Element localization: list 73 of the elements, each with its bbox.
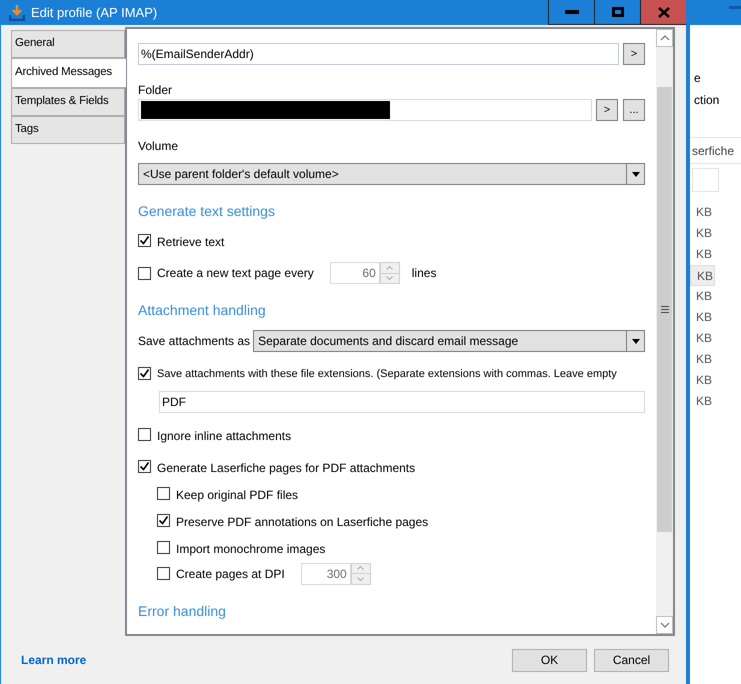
tab[interactable]: Archived Messages bbox=[11, 58, 126, 88]
checkbox[interactable] bbox=[138, 460, 151, 472]
checkbox[interactable] bbox=[138, 234, 151, 247]
maximize-icon bbox=[612, 7, 624, 17]
number-field[interactable]: 60 bbox=[330, 262, 380, 284]
toolbar-label: e bbox=[693, 70, 702, 87]
dropdown[interactable]: Separate documents and discard email message bbox=[253, 330, 645, 352]
checkbox[interactable] bbox=[157, 540, 170, 554]
checkbox-label: Save attachments with these file extensions. (Separate extensions with commas. Leave empty bbox=[157, 367, 617, 382]
dialog-button[interactable]: OK bbox=[512, 648, 587, 672]
tab[interactable]: Tags bbox=[11, 116, 125, 144]
table-cell-text: KB bbox=[695, 372, 714, 389]
table-cell: KB bbox=[690, 265, 715, 286]
minimize-button[interactable] bbox=[548, 0, 594, 25]
checkbox-label: Preserve PDF annotations on Laserfiche pages bbox=[176, 514, 428, 530]
text-field[interactable]: %(EmailSenderAddr) bbox=[138, 43, 619, 65]
section-heading: Error handling bbox=[138, 602, 227, 618]
checkbox[interactable] bbox=[138, 367, 151, 380]
tab[interactable]: General bbox=[11, 30, 125, 58]
tab[interactable]: Templates & Fields bbox=[11, 88, 125, 116]
toolbar-label: ction bbox=[693, 92, 720, 109]
window-title: Edit profile (AP IMAP) bbox=[30, 4, 158, 22]
text-field[interactable]: PDF bbox=[159, 390, 645, 412]
scroll-down-button[interactable] bbox=[656, 616, 673, 634]
grip-icon bbox=[660, 306, 668, 313]
learn-more-link[interactable]: Learn more bbox=[21, 651, 86, 669]
checkbox-label: Import monochrome images bbox=[176, 540, 326, 558]
minimize-icon bbox=[729, 6, 741, 9]
scrollbar-thumb[interactable] bbox=[657, 87, 672, 532]
browse-button[interactable]: ... bbox=[623, 99, 645, 121]
caret-down-icon bbox=[632, 172, 640, 176]
close-icon bbox=[658, 6, 670, 18]
checkbox-label: Ignore inline attachments bbox=[157, 428, 292, 444]
table-cell-text: KB bbox=[695, 204, 714, 221]
caret-down-icon bbox=[632, 338, 640, 344]
table-cell-text: KB bbox=[695, 246, 714, 263]
column-header: serfiche bbox=[690, 138, 741, 164]
checkbox-label: Generate Laserfiche pages for PDF attachments bbox=[157, 460, 416, 476]
table-cell-text: KB bbox=[695, 393, 714, 410]
checkbox-label: Keep original PDF files bbox=[176, 486, 298, 504]
checkbox-label: Create a new text page every bbox=[157, 265, 314, 282]
maximize-button[interactable] bbox=[594, 0, 640, 25]
checkbox-label: Retrieve text bbox=[157, 234, 224, 251]
browse-button[interactable]: > bbox=[623, 43, 645, 65]
table-cell-text: KB bbox=[695, 330, 714, 347]
close-button[interactable] bbox=[640, 0, 686, 25]
checkbox[interactable] bbox=[138, 266, 151, 280]
checkbox[interactable] bbox=[157, 486, 170, 500]
unit-label: lines bbox=[412, 265, 436, 282]
download-icon bbox=[9, 4, 25, 20]
checkbox-label: Create pages at DPI bbox=[176, 566, 285, 582]
section-heading: Attachment handling bbox=[138, 302, 267, 318]
number-field[interactable]: 300 bbox=[300, 562, 351, 584]
table-cell-text: KB bbox=[695, 288, 714, 305]
scroll-up-button[interactable] bbox=[656, 29, 673, 47]
checkbox[interactable] bbox=[157, 567, 170, 580]
browse-button[interactable]: > bbox=[596, 99, 618, 121]
checkbox[interactable] bbox=[157, 514, 170, 526]
text-field[interactable] bbox=[138, 99, 592, 121]
search-field[interactable] bbox=[692, 168, 719, 192]
chevron-up-icon bbox=[660, 35, 670, 41]
table-cell-text: KB bbox=[695, 225, 714, 242]
checkbox[interactable] bbox=[138, 428, 151, 440]
section-heading: Generate text settings bbox=[138, 203, 276, 219]
field-label: Volume bbox=[138, 138, 180, 155]
minimize-icon bbox=[564, 10, 578, 14]
chevron-down-icon bbox=[660, 622, 670, 628]
dialog-button[interactable]: Cancel bbox=[594, 648, 669, 672]
dropdown[interactable]: <Use parent folder's default volume> bbox=[138, 163, 645, 185]
table-cell-text: KB bbox=[695, 351, 714, 368]
field-label: Save attachments as bbox=[138, 333, 250, 350]
table-cell-text: KB bbox=[695, 309, 714, 326]
field-label: Folder bbox=[138, 82, 174, 99]
